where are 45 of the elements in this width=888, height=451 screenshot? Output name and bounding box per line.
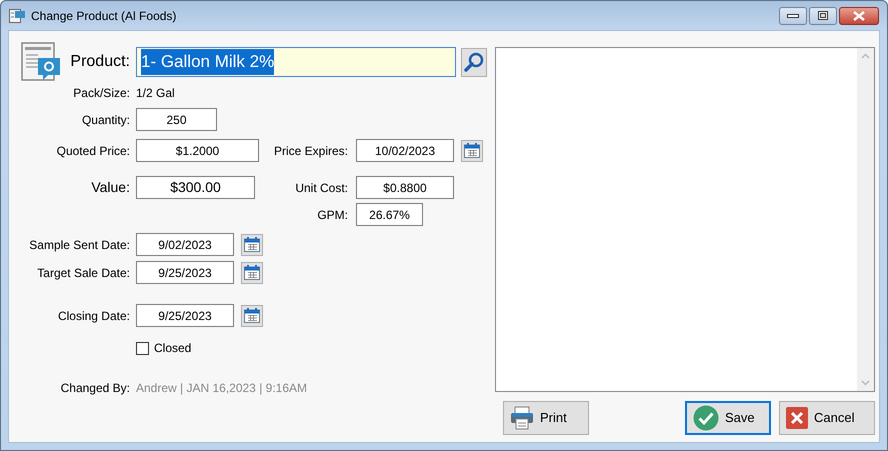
field-label: Closing Date: <box>56 308 130 324</box>
field-label: Unit Cost: <box>294 180 348 196</box>
calendar-button[interactable] <box>241 304 263 326</box>
print-button[interactable]: Print <box>503 401 589 435</box>
field-label: Quoted Price: <box>56 142 130 160</box>
minimize-icon <box>787 12 799 18</box>
save-button[interactable]: Save <box>685 401 771 435</box>
product-field[interactable]: 1- Gallon Milk 2% <box>136 47 456 77</box>
cancel-button[interactable]: Cancel <box>779 401 875 435</box>
calendar-button[interactable] <box>241 234 263 256</box>
input-field[interactable]: $300.00 <box>136 176 255 199</box>
minimize-button[interactable] <box>779 6 807 24</box>
changed-by-value: Andrew | JAN 16,2023 | 9:16AM <box>136 380 307 397</box>
pack-size-label: Pack/Size: <box>72 85 130 102</box>
field-label: Value: <box>90 178 130 197</box>
input-field[interactable]: 9/25/2023 <box>136 261 234 284</box>
close-icon <box>786 407 808 429</box>
input-field[interactable]: $1.2000 <box>136 139 259 162</box>
calendar-button[interactable] <box>461 140 483 162</box>
pack-size-value: 1/2 Gal <box>136 85 175 102</box>
field-label: Target Sale Date: <box>36 264 130 282</box>
input-field[interactable]: 9/25/2023 <box>136 304 234 327</box>
printer-icon <box>510 406 534 430</box>
field-label: Sample Sent Date: <box>28 236 130 254</box>
maximize-icon <box>818 11 828 20</box>
checkmark-icon <box>693 405 719 431</box>
input-field[interactable]: 26.67% <box>356 203 423 226</box>
input-field[interactable]: 10/02/2023 <box>356 139 454 162</box>
input-field[interactable]: 250 <box>136 108 217 131</box>
input-field[interactable]: $0.8800 <box>356 176 454 199</box>
window-app-icon <box>9 8 25 22</box>
price-sheet-icon <box>21 42 61 82</box>
field-label: Price Expires: <box>272 142 348 160</box>
calendar-button[interactable] <box>241 262 263 284</box>
input-field[interactable]: 9/02/2023 <box>136 233 234 256</box>
maximize-button[interactable] <box>809 6 837 24</box>
window-title: Change Product (Al Foods) <box>31 8 176 24</box>
search-button[interactable] <box>461 48 487 76</box>
field-label: Changed By: <box>60 380 130 397</box>
closed-checkbox[interactable]: Closed <box>136 339 192 357</box>
close-icon <box>853 10 865 20</box>
close-button[interactable] <box>839 6 879 24</box>
field-label: Quantity: <box>80 112 130 128</box>
product-label: Product: <box>70 52 130 72</box>
field-label: GPM: <box>316 206 348 224</box>
